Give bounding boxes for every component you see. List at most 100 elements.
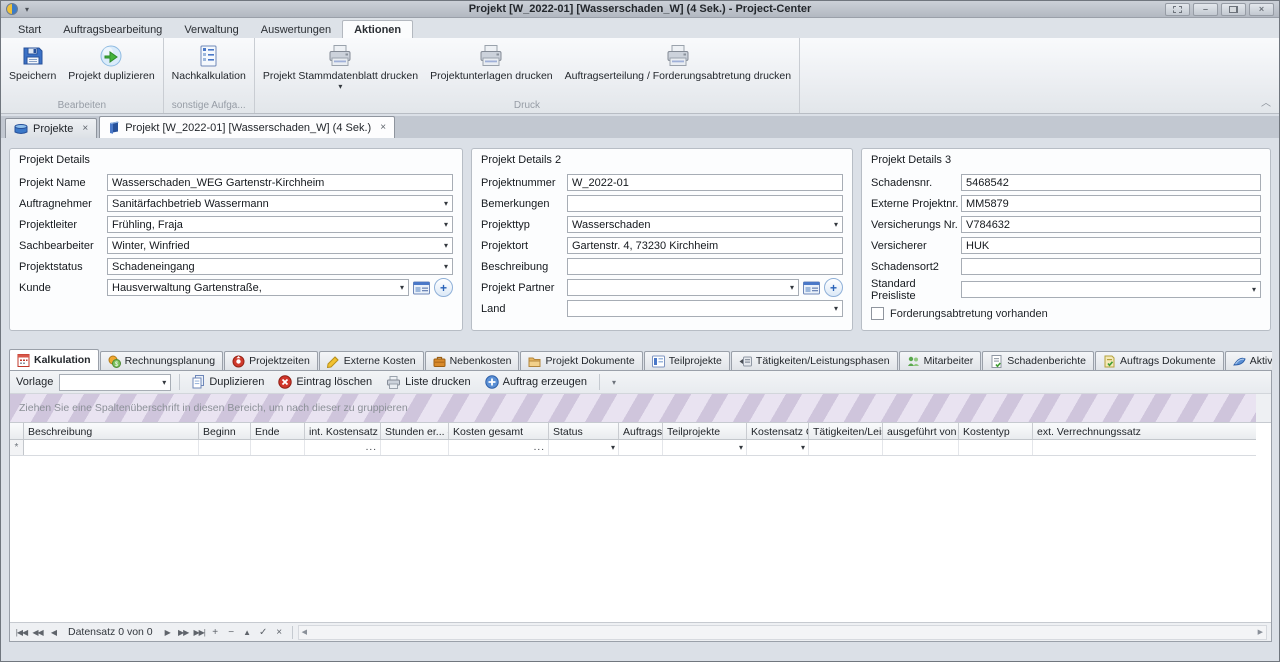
schadensnr-input[interactable]: 5468542 <box>961 174 1261 191</box>
tab-externe-kosten[interactable]: Externe Kosten <box>319 351 424 370</box>
projekt-name-input[interactable]: Wasserschaden_WEG Gartenstr-Kirchheim <box>107 174 453 191</box>
tab-projekt-dokumente[interactable]: Projekt Dokumente <box>520 351 642 370</box>
projektleiter-select[interactable]: Frühling, Fraja▾ <box>107 216 453 233</box>
ribbon-tab-auftragsbearbeitung[interactable]: Auftragsbearbeitung <box>52 21 173 38</box>
new-row-cell-taetigkeiten[interactable] <box>809 440 883 455</box>
ellipsis-editor-icon[interactable]: ... <box>366 444 377 452</box>
ribbon-collapse-icon[interactable]: ︿ <box>1261 94 1271 109</box>
print-stammdatenblatt-button[interactable]: Projekt Stammdatenblatt drucken ▾ <box>257 41 424 99</box>
eintrag-loeschen-button[interactable]: Eintrag löschen <box>274 374 376 390</box>
close-button[interactable]: × <box>1249 3 1274 16</box>
vorlage-select[interactable]: ▾ <box>59 374 171 391</box>
chevron-down-icon[interactable]: ▾ <box>396 283 404 292</box>
standard-preisliste-select[interactable]: ▾ <box>961 281 1261 298</box>
contact-card-icon[interactable] <box>803 281 820 295</box>
chevron-down-icon[interactable]: ▾ <box>830 220 838 229</box>
new-row-cell-beschreibung[interactable] <box>24 440 199 455</box>
new-row-cell-teilprojekte[interactable]: ▾ <box>663 440 747 455</box>
tab-rechnungsplanung[interactable]: $ Rechnungsplanung <box>100 351 224 370</box>
chevron-down-icon[interactable]: ▾ <box>786 283 794 292</box>
tab-teilprojekte[interactable]: Teilprojekte <box>644 351 730 370</box>
nav-delete-button[interactable]: − <box>224 627 239 638</box>
nachkalkulation-button[interactable]: Nachkalkulation <box>166 41 252 99</box>
sachbearbeiter-select[interactable]: Winter, Winfried▾ <box>107 237 453 254</box>
nav-next-page-button[interactable]: ▶▶ <box>176 628 191 637</box>
column-header-kostensatz-grup[interactable]: Kostensatz Grup... <box>747 423 809 439</box>
new-row-cell-kosten-gesamt[interactable]: ... <box>449 440 549 455</box>
chevron-down-icon[interactable]: ▾ <box>801 443 805 452</box>
print-projektunterlagen-button[interactable]: Projektunterlagen drucken <box>424 41 559 99</box>
chevron-down-icon[interactable]: ▾ <box>440 262 448 271</box>
ellipsis-editor-icon[interactable]: ... <box>534 444 545 452</box>
auftrag-erzeugen-button[interactable]: Auftrag erzeugen <box>481 374 591 390</box>
column-header-ende[interactable]: Ende <box>251 423 305 439</box>
column-header-taetigkeiten[interactable]: Tätigkeiten/Leistung... <box>809 423 883 439</box>
kunde-select[interactable]: Hausverwaltung Gartenstraße,▾ <box>107 279 409 296</box>
beschreibung-input[interactable] <box>567 258 843 275</box>
projekt-partner-select[interactable]: ▾ <box>567 279 799 296</box>
ribbon-tab-auswertungen[interactable]: Auswertungen <box>250 21 342 38</box>
liste-drucken-button[interactable]: Liste drucken <box>382 375 474 390</box>
column-header-beginn[interactable]: Beginn <box>199 423 251 439</box>
nav-next-button[interactable]: ▶ <box>160 628 175 637</box>
tab-kalkulation[interactable]: Kalkulation <box>9 349 99 370</box>
app-logo-icon[interactable] <box>6 3 18 15</box>
toolbar-overflow-icon[interactable]: ▾ <box>608 378 620 387</box>
add-kunde-button[interactable]: + <box>434 278 453 297</box>
versicherungs-nr-input[interactable]: V784632 <box>961 216 1261 233</box>
new-row-cell-ausgefuehrt-von[interactable] <box>883 440 959 455</box>
ribbon-tab-verwaltung[interactable]: Verwaltung <box>173 21 249 38</box>
bemerkungen-input[interactable] <box>567 195 843 212</box>
doc-tab-projekte[interactable]: Projekte × <box>5 118 97 138</box>
nav-first-button[interactable]: |◀◀ <box>14 628 29 637</box>
column-header-stunden[interactable]: Stunden er...▲ <box>381 423 449 439</box>
column-header-kostentyp[interactable]: Kostentyp <box>959 423 1033 439</box>
externe-projektnr-input[interactable]: MM5879 <box>961 195 1261 212</box>
versicherer-input[interactable]: HUK <box>961 237 1261 254</box>
nav-edit-button[interactable]: ▲ <box>240 628 255 637</box>
chevron-down-icon[interactable]: ▾ <box>440 220 448 229</box>
schadensort2-input[interactable] <box>961 258 1261 275</box>
forderungsabtretung-checkbox[interactable] <box>871 307 884 320</box>
duplizieren-button[interactable]: Duplizieren <box>188 374 268 390</box>
column-header-beschreibung[interactable]: Beschreibung <box>24 423 199 439</box>
new-row-cell-auftragss[interactable] <box>619 440 663 455</box>
new-row-cell-kostensatz-grup[interactable]: ▾ <box>747 440 809 455</box>
new-row-cell-int-kostensatz[interactable]: ... <box>305 440 381 455</box>
chevron-down-icon[interactable]: ▾ <box>1248 285 1256 294</box>
scroll-left-icon[interactable]: ◀ <box>302 628 307 636</box>
chevron-down-icon[interactable]: ▾ <box>739 443 743 452</box>
column-header-int-kostensatz[interactable]: int. Kostensatz <box>305 423 381 439</box>
duplicate-project-button[interactable]: Projekt duplizieren <box>62 41 160 99</box>
add-partner-button[interactable]: + <box>824 278 843 297</box>
nav-last-button[interactable]: ▶▶| <box>192 628 207 637</box>
group-by-panel[interactable]: Ziehen Sie eine Spaltenüberschrift in di… <box>10 394 1271 423</box>
nav-append-button[interactable]: + <box>208 627 223 638</box>
new-row-cell-stunden[interactable] <box>381 440 449 455</box>
column-header-auftragss[interactable]: Auftragss... <box>619 423 663 439</box>
nav-prev-button[interactable]: ◀ <box>46 628 61 637</box>
print-auftragserteilung-button[interactable]: Auftragserteilung / Forderungsabtretung … <box>559 41 797 99</box>
contact-card-icon[interactable] <box>413 281 430 295</box>
restore-button[interactable] <box>1221 3 1246 16</box>
save-button[interactable]: Speichern <box>3 41 62 99</box>
auftragnehmer-select[interactable]: Sanitärfachbetrieb Wassermann▾ <box>107 195 453 212</box>
tab-auftrags-dokumente[interactable]: Auftrags Dokumente <box>1095 351 1224 370</box>
column-header-teilprojekte[interactable]: Teilprojekte <box>663 423 747 439</box>
scroll-right-icon[interactable]: ▶ <box>1258 628 1263 636</box>
grid-new-row[interactable]: * ... ... ▾ ▾ ▾ <box>10 440 1256 456</box>
close-tab-icon[interactable]: × <box>82 123 88 134</box>
new-row-cell-status[interactable]: ▾ <box>549 440 619 455</box>
chevron-down-icon[interactable]: ▾ <box>611 443 615 452</box>
minimize-button[interactable]: – <box>1193 3 1218 16</box>
horizontal-scrollbar[interactable]: ◀ ▶ <box>298 625 1267 640</box>
column-header-kosten-gesamt[interactable]: Kosten gesamt <box>449 423 549 439</box>
land-select[interactable]: ▾ <box>567 300 843 317</box>
tab-nebenkosten[interactable]: Nebenkosten <box>425 351 520 370</box>
column-header-status[interactable]: Status <box>549 423 619 439</box>
close-tab-icon[interactable]: × <box>380 122 386 133</box>
new-row-cell-ende[interactable] <box>251 440 305 455</box>
doc-tab-projekt-detail[interactable]: Projekt [W_2022-01] [Wasserschaden_W] (4… <box>99 116 395 138</box>
nav-prev-page-button[interactable]: ◀◀ <box>30 628 45 637</box>
ribbon-tab-aktionen[interactable]: Aktionen <box>342 20 413 38</box>
